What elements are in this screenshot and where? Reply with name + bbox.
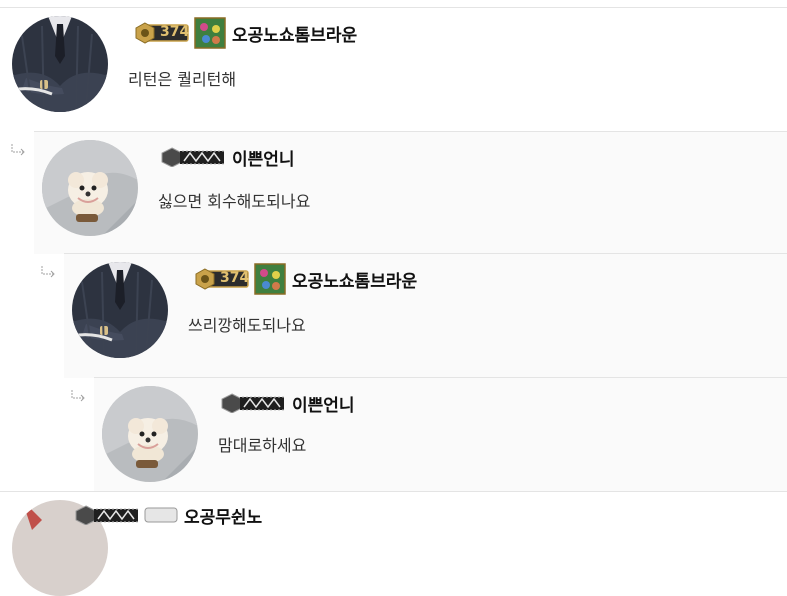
flag-icon (254, 263, 286, 295)
avatar[interactable] (12, 16, 108, 112)
reply-arrow-icon (10, 144, 26, 156)
comment-meta: 이쁜언니 (160, 144, 295, 170)
comment-item: 374 오공노쇼톰브라운 리턴은 퀄리턴해 (0, 7, 787, 132)
comment-text: 쓰리깡해도되나요 (188, 316, 306, 335)
level-number: 374 (220, 270, 250, 286)
puppy-avatar-image (102, 386, 198, 482)
reply-item: 이쁜언니 맘대로하세요 (94, 377, 787, 492)
comment-meta: 374 오공노쇼톰브라운 (194, 266, 417, 292)
comment-meta: 374 오공노쇼톰브라운 (134, 20, 357, 46)
reply-item: 이쁜언니 싫으면 회수해도되나요 (34, 131, 787, 254)
flag-icon (194, 17, 226, 49)
level-badge: 374 (194, 268, 250, 290)
reply-arrow-icon (70, 390, 86, 402)
nickname[interactable]: 이쁜언니 (292, 391, 355, 416)
reply-item: 374 오공노쇼톰브라운 쓰리깡해도되나요 (64, 253, 787, 378)
reply-arrow-icon (40, 266, 56, 278)
comment-text: 리턴은 퀄리턴해 (128, 70, 237, 89)
badge-icon (144, 507, 178, 523)
rank-ribbon-icon (160, 147, 226, 167)
comment-text: 싫으면 회수해도되나요 (158, 192, 311, 211)
comment-meta: 오공무쉰노 (74, 502, 262, 528)
suit-avatar-image (72, 262, 168, 358)
nickname[interactable]: 오공무쉰노 (184, 503, 262, 528)
rank-ribbon-icon (74, 505, 140, 525)
avatar[interactable] (42, 140, 138, 236)
comment-item: 오공무쉰노 (0, 491, 787, 596)
avatar[interactable] (72, 262, 168, 358)
level-number: 374 (160, 24, 190, 40)
nickname[interactable]: 오공노쇼톰브라운 (292, 267, 417, 292)
nickname[interactable]: 오공노쇼톰브라운 (232, 21, 357, 46)
level-badge: 374 (134, 22, 190, 44)
nickname[interactable]: 이쁜언니 (232, 145, 295, 170)
suit-avatar-image (12, 16, 108, 112)
puppy-avatar-image (42, 140, 138, 236)
avatar[interactable] (102, 386, 198, 482)
rank-ribbon-icon (220, 393, 286, 413)
comment-text: 맘대로하세요 (218, 436, 307, 455)
comment-meta: 이쁜언니 (220, 390, 355, 416)
